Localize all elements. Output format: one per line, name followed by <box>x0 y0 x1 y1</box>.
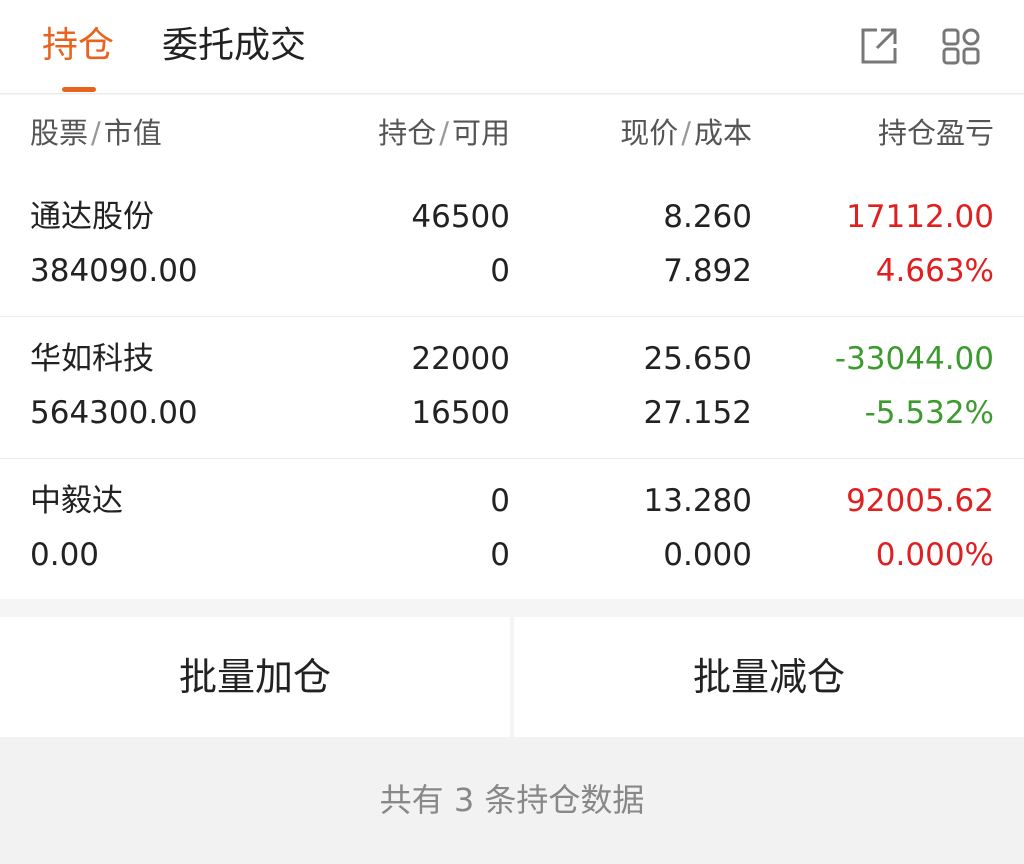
cost-price: 7.892 <box>663 253 752 289</box>
batch-reduce-button[interactable]: 批量减仓 <box>514 617 1024 737</box>
positions-summary: 共有 3 条持仓数据 <box>0 737 1024 864</box>
table-row[interactable]: 中毅达 0.00 0 0 13.280 0.000 92005.62 0.000… <box>0 459 1024 599</box>
header-separator: / <box>439 116 449 150</box>
header-market-value: 市值 <box>103 116 162 150</box>
position-qty: 0 <box>490 483 510 519</box>
table-header: 股票 / 市值 持仓 / 可用 现价 / 成本 持仓盈亏 <box>0 95 1024 175</box>
available-qty: 16500 <box>411 395 510 431</box>
tab-orders-trades[interactable]: 委托成交 <box>162 22 306 70</box>
market-value: 0.00 <box>30 537 100 573</box>
batch-actions: 批量加仓 批量减仓 <box>0 617 1024 737</box>
cost-price: 27.152 <box>643 395 752 431</box>
pnl-percent: 0.000% <box>875 537 994 573</box>
stock-name: 华如科技 <box>30 341 154 377</box>
stock-name: 中毅达 <box>30 483 123 519</box>
market-value: 564300.00 <box>30 395 198 431</box>
pnl-percent: 4.663% <box>875 253 994 289</box>
header-price-cost[interactable]: 现价 / 成本 <box>620 113 752 153</box>
header-stock-value[interactable]: 股票 / 市值 <box>30 113 162 153</box>
table-row[interactable]: 华如科技 564300.00 22000 16500 25.650 27.152… <box>0 317 1024 459</box>
positions-table: 通达股份 384090.00 46500 0 8.260 7.892 17112… <box>0 175 1024 599</box>
position-qty: 46500 <box>411 199 510 235</box>
tab-positions[interactable]: 持仓 <box>42 22 114 70</box>
top-tab-bar: 持仓 委托成交 <box>0 0 1024 94</box>
active-tab-indicator <box>62 87 96 92</box>
batch-add-button[interactable]: 批量加仓 <box>0 617 510 737</box>
cost-price: 0.000 <box>663 537 752 573</box>
header-price: 现价 <box>620 116 679 150</box>
header-available: 可用 <box>451 116 510 150</box>
pnl-amount: -33044.00 <box>834 341 994 377</box>
grid-icon[interactable] <box>940 24 984 68</box>
header-stock: 股票 <box>30 116 89 150</box>
table-row[interactable]: 通达股份 384090.00 46500 0 8.260 7.892 17112… <box>0 175 1024 317</box>
available-qty: 0 <box>490 253 510 289</box>
header-cost: 成本 <box>693 116 752 150</box>
current-price: 8.260 <box>663 199 752 235</box>
current-price: 25.650 <box>643 341 752 377</box>
header-position: 持仓 <box>378 116 437 150</box>
header-pnl[interactable]: 持仓盈亏 <box>878 113 994 153</box>
market-value: 384090.00 <box>30 253 198 289</box>
pnl-amount: 92005.62 <box>846 483 994 519</box>
external-link-icon[interactable] <box>857 24 901 68</box>
header-separator: / <box>91 116 101 150</box>
pnl-amount: 17112.00 <box>846 199 994 235</box>
header-position-available[interactable]: 持仓 / 可用 <box>378 113 510 153</box>
available-qty: 0 <box>490 537 510 573</box>
position-qty: 22000 <box>411 341 510 377</box>
header-separator: / <box>681 116 691 150</box>
current-price: 13.280 <box>643 483 752 519</box>
pnl-percent: -5.532% <box>864 395 994 431</box>
stock-name: 通达股份 <box>30 199 154 235</box>
